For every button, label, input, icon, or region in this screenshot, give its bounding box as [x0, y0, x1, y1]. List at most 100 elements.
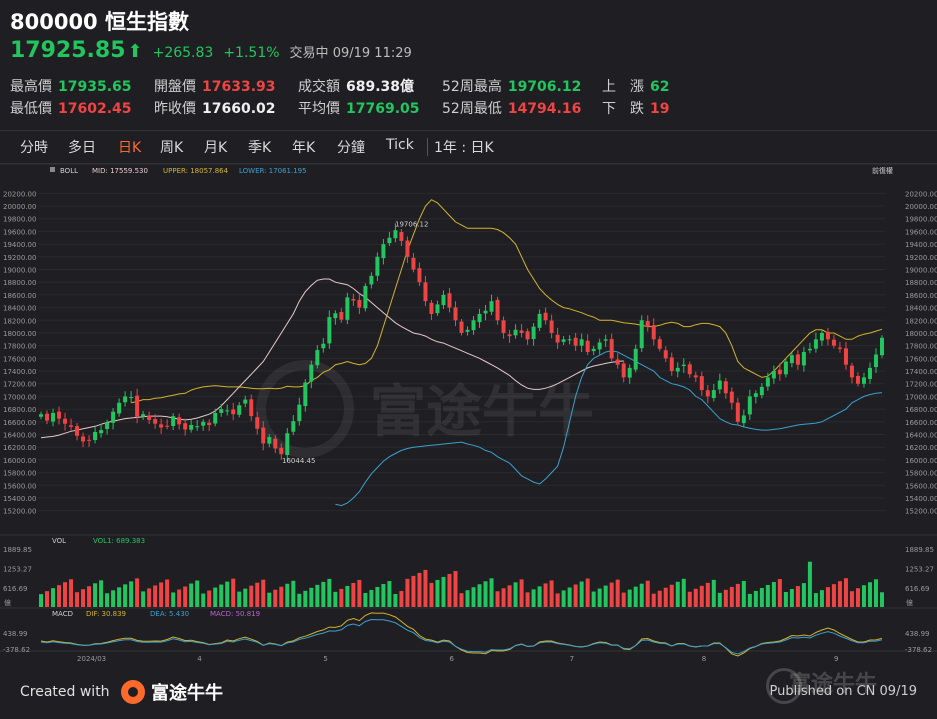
dif-label: DIF: 30.839 [86, 610, 126, 618]
volume-bar [219, 584, 224, 607]
candle-body [675, 367, 680, 372]
kline-chart[interactable]: 20200.00 20200.00 20000.00 20000.00 19800.00… [0, 163, 937, 665]
candle-body [339, 312, 344, 320]
volume-bar [855, 588, 860, 607]
candle-body [105, 422, 110, 429]
volume-bar [237, 591, 242, 607]
tab-6[interactable]: 年K [292, 137, 315, 157]
price-tick-right: 18000.00 [905, 330, 937, 338]
macd-tick-bottom-right: -378.62 [905, 646, 932, 654]
stat-value: 17935.65 [58, 79, 132, 95]
vol-label: VOL [52, 537, 66, 545]
price-tick-left: 16600.00 [3, 419, 36, 427]
candle-body [225, 410, 230, 412]
volume-bar [117, 587, 122, 607]
tab-0[interactable]: 分時 [20, 137, 48, 157]
volume-bar [741, 580, 746, 607]
price-tick-right: 18400.00 [905, 305, 937, 313]
price-tick-right: 19000.00 [905, 267, 937, 275]
candle-body [873, 354, 878, 368]
volume-bar [795, 586, 800, 607]
volume-bar [435, 579, 440, 607]
candle-body [255, 417, 260, 429]
candle-body [285, 433, 290, 455]
candle-body [147, 415, 152, 420]
candle-body [447, 293, 452, 308]
candle-body [663, 350, 668, 359]
candle-body [201, 421, 206, 426]
boll-label: BOLL [60, 167, 78, 175]
stat-item: 昨收價 17660.02 [154, 98, 276, 118]
volume-bar [447, 573, 452, 607]
volume-bar [453, 571, 458, 607]
candle-body [507, 334, 512, 337]
volume-bar [633, 586, 638, 607]
candle-body [513, 329, 518, 336]
tab-3[interactable]: 周K [160, 137, 183, 157]
candle-body [543, 312, 548, 321]
tab-2[interactable]: 日K [118, 137, 141, 157]
candle-body [441, 294, 446, 306]
price-tick-left: 18000.00 [3, 330, 36, 338]
volume-bar [279, 586, 284, 607]
month-label: 4 [197, 655, 202, 663]
candle-body [735, 402, 740, 422]
stat-value: 17602.45 [58, 101, 132, 117]
price-tick-left: 18600.00 [3, 292, 36, 300]
candle-body [591, 348, 596, 352]
candle-body [189, 424, 194, 430]
volume-bar [321, 581, 326, 607]
candle-body [249, 399, 254, 417]
candle-body [777, 369, 782, 375]
low-mark: 16044.45 [282, 457, 315, 465]
candle-body [459, 321, 464, 333]
range-selector[interactable]: 1年 : 日K [434, 137, 494, 157]
candle-body [531, 326, 536, 340]
volume-bar [129, 581, 134, 607]
volume-bar [99, 580, 104, 607]
candle-body [231, 409, 236, 415]
tab-1[interactable]: 多日 [68, 137, 96, 157]
price-tick-right: 18200.00 [905, 317, 937, 325]
volume-bar [111, 590, 116, 607]
candle-body [717, 380, 722, 390]
price-tick-right: 20000.00 [905, 203, 937, 211]
candle-body [39, 414, 44, 417]
chart-svg[interactable]: 20200.00 20200.00 20000.00 20000.00 19800.00… [0, 163, 937, 665]
volume-bar [825, 587, 830, 607]
stat-value: 17660.02 [202, 101, 276, 117]
tab-7[interactable]: 分鐘 [337, 137, 365, 157]
volume-bar [441, 576, 446, 607]
volume-bar [591, 591, 596, 607]
volume-bar [843, 578, 848, 607]
vol-unit-left: 億 [4, 598, 11, 607]
tab-8[interactable]: Tick [386, 137, 414, 153]
volume-bar [405, 578, 410, 607]
volume-bar [459, 593, 464, 607]
vol-tick-right: 1889.85 [905, 546, 934, 554]
volume-bar [147, 588, 152, 607]
volume-bar [315, 584, 320, 607]
stat-item: 下 跌 19 [602, 98, 669, 118]
candle-body [645, 321, 650, 327]
price-tick-left: 17400.00 [3, 368, 36, 376]
up-arrow-icon: ⬆ [127, 41, 143, 62]
price-tick-left: 19000.00 [3, 267, 36, 275]
candle-body [729, 391, 734, 403]
tab-4[interactable]: 月K [204, 137, 227, 157]
volume-bar [771, 582, 776, 607]
candle-body [117, 402, 122, 414]
adjust-label: 前復權 [872, 166, 893, 175]
volume-bar [561, 590, 566, 607]
candle-body [171, 416, 176, 426]
futubull-logo-icon [121, 680, 145, 704]
tab-5[interactable]: 季K [248, 137, 271, 157]
price-tick-left: 15200.00 [3, 508, 36, 516]
stat-item: 52周最高 19706.12 [442, 76, 581, 96]
volume-bar [555, 593, 560, 607]
candle-body [549, 320, 554, 333]
candle-body [603, 339, 608, 341]
candle-body [327, 317, 332, 344]
price-tick-left: 20000.00 [3, 203, 36, 211]
volume-bar [135, 578, 140, 607]
